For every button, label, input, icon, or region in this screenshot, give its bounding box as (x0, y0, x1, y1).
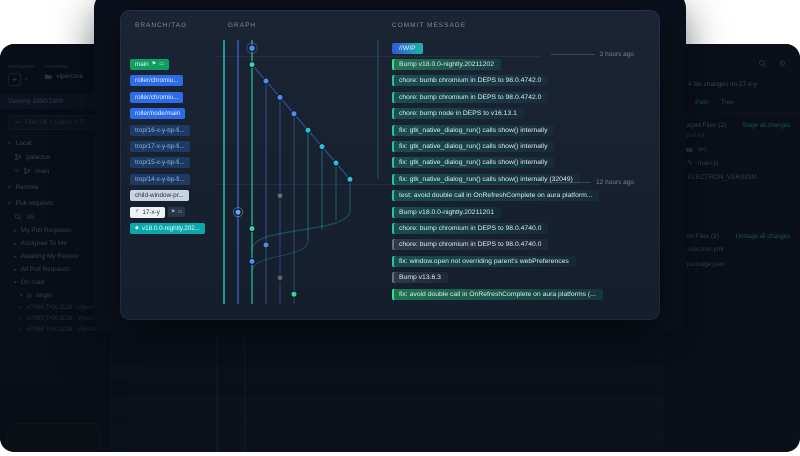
column-commit-message: COMMIT MESSAGE (392, 22, 466, 29)
branch-pill[interactable]: roller/chromiu... (130, 75, 183, 86)
page: workspace + ▾ repository vipercore (0, 0, 800, 456)
bottom-left-card (8, 424, 100, 450)
commit-graph-panel: BRANCH/TAG GRAPH COMMIT MESSAGE (120, 10, 660, 320)
column-graph: GRAPH (228, 22, 256, 29)
column-branch-tag: BRANCH/TAG (135, 22, 187, 29)
branch-cell: trop/17-x-y-bp-fi... (130, 141, 214, 152)
commit-message[interactable]: test: avoid double call in OnRefreshComp… (392, 190, 599, 201)
message-cell: chore: bump chromium in DEPS to 98.0.474… (392, 223, 650, 234)
message-cell: Bump v18.0.0-nightly.20211201 (392, 207, 650, 218)
message-cell: fix: gtk_native_dialog_run() calls show(… (392, 125, 650, 136)
message-cell: Bump v13.6.3 (392, 272, 650, 283)
message-cell: chore: bump node in DEPS to v16.13.1 (392, 108, 650, 119)
branch-cell: trop/16-x-y-bp-fi... (130, 125, 214, 136)
branch-pill[interactable]: ✓ 17-x-y (130, 207, 165, 218)
branch-pill[interactable]: main ⚑ ▭ (130, 59, 169, 70)
commit-message[interactable]: chore: bump node in DEPS to v16.13.1 (392, 108, 524, 119)
flag-icon: ⚑ (152, 62, 157, 67)
time-marker: 3 hours ago (551, 51, 634, 58)
message-cell: chore: bump chromium in DEPS to 98.0.474… (392, 239, 650, 250)
commit-row[interactable]: Bump v13.6.3 (130, 269, 650, 285)
branch-pill[interactable]: trop/17-x-y-bp-fi... (130, 141, 190, 152)
commit-message[interactable]: fix: avoid double call in OnRefreshCompl… (392, 289, 603, 300)
branch-pill[interactable]: child-window-pr... (130, 190, 189, 201)
time-marker-label: 12 hours ago (596, 179, 634, 186)
laptop-icon: ▭ (159, 62, 164, 67)
message-cell: chore: bump chromium in DEPS to 98.0.474… (392, 92, 650, 103)
message-cell: test: avoid double call in OnRefreshComp… (392, 190, 650, 201)
branch-label: 17-x-y (142, 209, 160, 216)
commit-row[interactable]: roller/chromiu... chore: bump chromium i… (130, 89, 650, 105)
commit-row[interactable]: trop/15-x-y-bp-fi... fix: gtk_native_dia… (130, 155, 650, 171)
time-marker-line (551, 54, 595, 55)
commit-message[interactable]: chore: bumb chromium in DEPS to 98.0.474… (392, 75, 548, 86)
branch-pill[interactable]: roller/node/main (130, 108, 185, 119)
commit-row[interactable]: trop/16-x-y-bp-fi... fix: gtk_native_dia… (130, 122, 650, 138)
branch-cell: ◆ v18.0.0-nightly.202... (130, 223, 214, 234)
commit-message[interactable]: Bump v13.6.3 (392, 272, 448, 283)
message-cell: fix: avoid double call in OnRefreshCompl… (392, 289, 650, 300)
commit-message[interactable]: fix: gtk_native_dialog_run() calls show(… (392, 125, 554, 136)
branch-cell: roller/chromiu... (130, 92, 214, 103)
branch-cell: roller/node/main (130, 108, 214, 119)
message-cell: Bump v18.0.0-nightly.20211202 (392, 59, 650, 70)
commit-message[interactable]: chore: bump chromium in DEPS to 98.0.474… (392, 92, 548, 103)
commit-row[interactable]: roller/chromiu... chore: bumb chromium i… (130, 73, 650, 89)
tag-pill[interactable]: ◆ v18.0.0-nightly.202... (130, 223, 205, 234)
commit-message[interactable]: Bump v18.0.0-nightly.20211202 (392, 59, 501, 70)
message-cell: fix: gtk_native_dialog_run() calls show(… (392, 141, 650, 152)
branch-cell: child-window-pr... (130, 190, 214, 201)
branch-refs-chip[interactable]: ⚑ ▭ (168, 207, 186, 217)
commit-row[interactable]: chore: bump chromium in DEPS to 98.0.474… (130, 237, 650, 253)
branch-pill[interactable]: trop/15-x-y-bp-fi... (130, 157, 190, 168)
message-cell: fix: gtk_native_dialog_run() calls show(… (392, 157, 650, 168)
branch-cell: roller/chromiu... (130, 75, 214, 86)
branch-cell: trop/15-x-y-bp-fi... (130, 157, 214, 168)
commit-message[interactable]: fix: window.open not overriding parent's… (392, 256, 576, 267)
commit-message[interactable]: chore: bump chromium in DEPS to 98.0.474… (392, 239, 548, 250)
flag-icon: ⚑ (171, 209, 176, 215)
commit-row[interactable]: roller/node/main chore: bump node in DEP… (130, 106, 650, 122)
time-marker: 12 hours ago (547, 179, 634, 186)
commit-message[interactable]: fix: gtk_native_dialog_run() calls show(… (392, 157, 554, 168)
message-cell: chore: bumb chromium in DEPS to 98.0.474… (392, 75, 650, 86)
branch-cell: trop/14-x-y-bp-fi... (130, 174, 214, 185)
branch-pill[interactable]: trop/14-x-y-bp-fi... (130, 174, 190, 185)
branch-cell: main ⚑ ▭ (130, 59, 214, 70)
branch-label: main (135, 61, 149, 68)
tag-label: v18.0.0-nightly.202... (142, 225, 200, 232)
commit-message[interactable]: //WIP (392, 43, 423, 54)
branch-pill[interactable]: trop/16-x-y-bp-fi... (130, 125, 190, 136)
commit-row[interactable]: fix: avoid double call in OnRefreshCompl… (130, 286, 650, 302)
commit-row[interactable]: trop/17-x-y-bp-fi... fix: gtk_native_dia… (130, 138, 650, 154)
commit-row[interactable]: ✓ 17-x-y ⚑ ▭ Bump v18.0.0-nightly.202112… (130, 204, 650, 220)
time-marker-line (547, 182, 591, 183)
commit-row[interactable]: child-window-pr... test: avoid double ca… (130, 188, 650, 204)
commit-message[interactable]: fix: gtk_native_dialog_run() calls show(… (392, 141, 554, 152)
commit-message[interactable]: Bump v18.0.0-nightly.20211201 (392, 207, 501, 218)
commit-row[interactable]: ◆ v18.0.0-nightly.202... chore: bump chr… (130, 220, 650, 236)
branch-pill[interactable]: roller/chromiu... (130, 92, 183, 103)
commit-row[interactable]: main ⚑ ▭ Bump v18.0.0-nightly.20211202 (130, 56, 650, 72)
commit-rows: //WIP main ⚑ ▭ Bump v18.0.0-nightly.2021… (130, 40, 650, 302)
branch-cell: ✓ 17-x-y ⚑ ▭ (130, 207, 214, 218)
check-icon: ✓ (135, 209, 139, 214)
commit-row[interactable]: fix: window.open not overriding parent's… (130, 253, 650, 269)
commit-message[interactable]: chore: bump chromium in DEPS to 98.0.474… (392, 223, 548, 234)
time-marker-label: 3 hours ago (600, 51, 634, 58)
laptop-icon: ▭ (178, 209, 183, 215)
tag-icon: ◆ (135, 226, 139, 231)
message-cell: fix: window.open not overriding parent's… (392, 256, 650, 267)
